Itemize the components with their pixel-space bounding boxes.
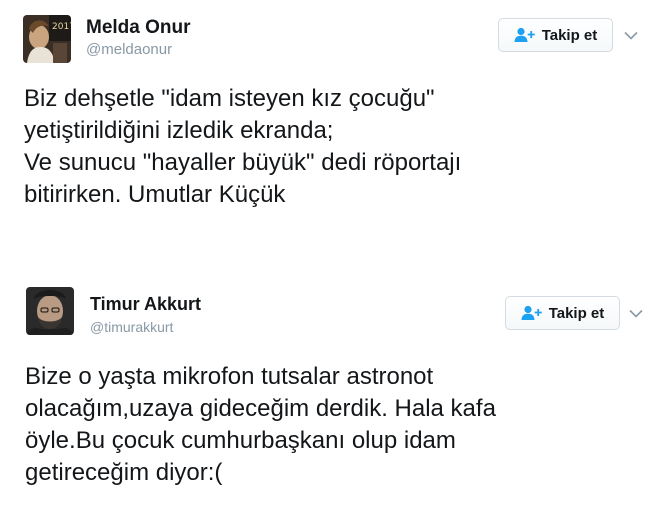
- chevron-down-icon: [629, 309, 643, 318]
- avatar-photo-icon: [26, 287, 74, 335]
- avatar-photo-icon: 2017: [23, 15, 71, 63]
- tweet-text-line: olacağım,uzaya gideceğim derdik. Hala ka…: [25, 395, 496, 422]
- tweet-text-line: Bize o yaşta mikrofon tutsalar astronot: [25, 363, 434, 390]
- chevron-down-icon: [624, 31, 638, 40]
- follow-button[interactable]: Takip et: [498, 18, 613, 52]
- svg-text:2017: 2017: [52, 22, 71, 32]
- tweet-melda-onur: 2017 Melda Onur @meldaonur Takip et Biz …: [0, 0, 667, 262]
- author-name[interactable]: Timur Akkurt: [90, 293, 201, 315]
- avatar[interactable]: 2017: [23, 15, 71, 63]
- tweet-text-line: öyle.Bu çocuk cumhurbaşkanı olup idam: [25, 427, 456, 454]
- tweet-text-line: Ve sunucu "hayaller büyük" dedi röportaj…: [24, 149, 462, 176]
- author-handle[interactable]: @meldaonur: [86, 41, 172, 59]
- author-name[interactable]: Melda Onur: [86, 17, 191, 39]
- tweet-menu-caret[interactable]: [627, 304, 645, 322]
- tweet-menu-caret[interactable]: [622, 26, 640, 44]
- avatar[interactable]: [26, 287, 74, 335]
- tweet-text-line: bitirirken. Umutlar Küçük: [24, 181, 286, 208]
- follow-button[interactable]: Takip et: [505, 296, 620, 330]
- tweet-text-line: yetiştirildiğini izledik ekranda;: [24, 117, 334, 144]
- follow-button-label: Takip et: [541, 26, 598, 44]
- tweet-timur-akkurt: Timur Akkurt @timurakkurt Takip et Bize …: [0, 262, 667, 512]
- person-add-icon: [521, 305, 543, 321]
- tweet-text-line: getireceğim diyor:(: [25, 459, 223, 486]
- tweet-text: Biz dehşetle "idam isteyen kız çocuğu" y…: [24, 83, 461, 211]
- author-handle[interactable]: @timurakkurt: [90, 318, 173, 336]
- person-add-icon: [514, 27, 536, 43]
- tweet-text: Bize o yaşta mikrofon tutsalar astronot …: [25, 361, 496, 489]
- follow-button-label: Takip et: [548, 304, 605, 322]
- tweet-text-line: Biz dehşetle "idam isteyen kız çocuğu": [24, 85, 435, 112]
